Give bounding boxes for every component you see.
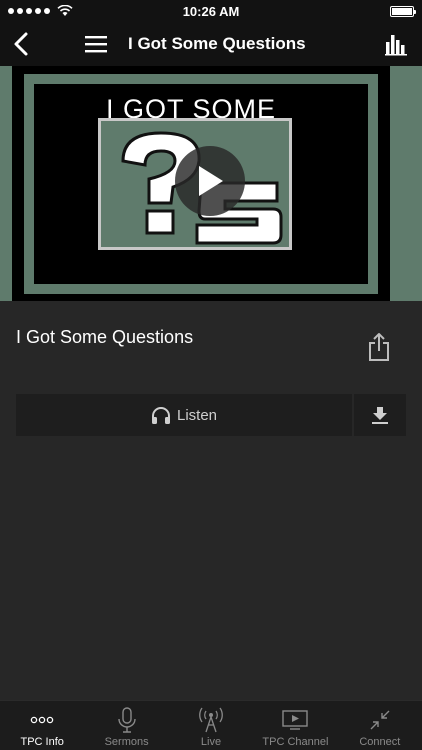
play-icon [199,166,223,196]
tab-connect[interactable]: Connect [338,701,422,750]
download-button[interactable] [354,394,406,436]
more-dots-icon [30,716,54,724]
tab-tpc-channel[interactable]: TPC Channel [253,701,337,750]
broadcast-tower-icon [199,707,223,733]
tab-label: TPC Info [20,736,64,748]
bar-chart-icon[interactable] [384,32,408,56]
battery-icon [390,5,416,17]
tab-live[interactable]: Live [169,701,253,750]
tab-label: Live [200,736,222,748]
back-chevron-icon[interactable] [10,30,34,58]
tab-bar: TPC Info Sermons Live TPC Channel Connec… [0,700,422,750]
share-icon[interactable] [366,332,392,362]
tab-tpc-info[interactable]: TPC Info [0,701,84,750]
status-time: 10:26 AM [182,4,240,19]
page-title: I Got Some Questions [128,34,306,53]
play-button[interactable] [175,146,245,216]
collapse-arrows-icon [370,710,390,730]
media-actions: Listen [16,394,406,436]
headphones-icon [151,407,170,424]
video-player[interactable]: I GOT SOME [0,66,422,301]
listen-label: Listen [176,406,218,424]
download-icon [372,407,388,424]
tab-label: Sermons [104,736,149,748]
tab-label: TPC Channel [262,736,329,748]
microphone-icon [117,707,136,733]
hamburger-menu-icon[interactable] [84,33,108,55]
tab-sermons[interactable]: Sermons [84,701,168,750]
listen-button[interactable]: Listen [16,394,352,436]
video-player-icon [282,710,309,730]
status-bar: 10:26 AM [0,0,422,22]
navigation-bar: I Got Some Questions [0,22,422,66]
tab-label: Connect [359,736,401,748]
sermon-title: I Got Some Questions [16,327,194,347]
